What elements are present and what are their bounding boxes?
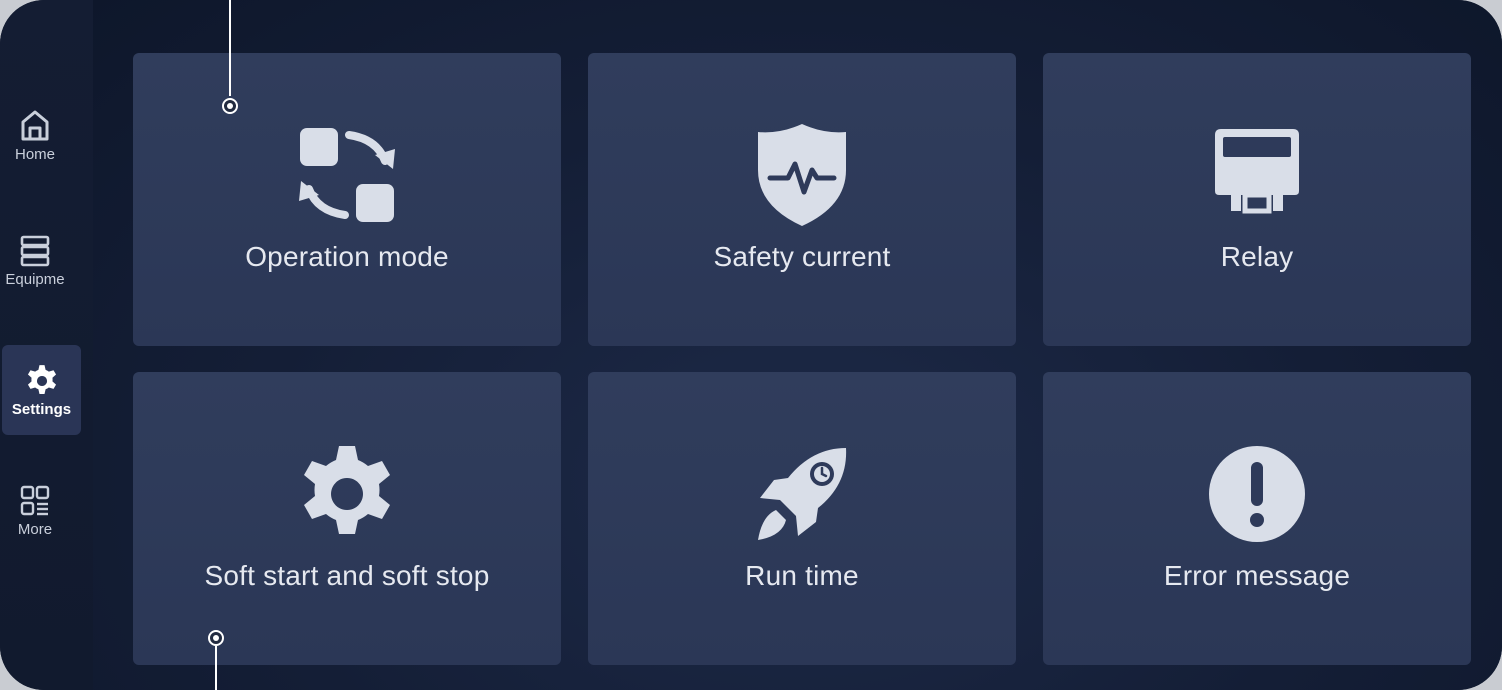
shield-pulse-icon bbox=[752, 124, 852, 226]
sidebar-nav: Home Equipme Settings More bbox=[0, 0, 93, 690]
exclamation-circle-icon bbox=[1207, 444, 1307, 544]
annotation-line-top bbox=[229, 0, 231, 96]
card-label: Run time bbox=[745, 560, 859, 591]
card-label: Safety current bbox=[713, 241, 891, 272]
card-label: Soft start and soft stop bbox=[204, 560, 490, 591]
relay-card[interactable]: Relay bbox=[1043, 53, 1471, 346]
gear-icon bbox=[297, 444, 397, 544]
sidebar-item-home[interactable]: Home bbox=[0, 95, 70, 175]
mode-switch-icon bbox=[297, 125, 397, 225]
sidebar-item-settings[interactable]: Settings bbox=[2, 345, 81, 435]
home-icon bbox=[17, 108, 53, 144]
annotation-pin-top bbox=[222, 98, 238, 114]
sidebar-item-equipment[interactable]: Equipme bbox=[0, 220, 70, 300]
error-message-card[interactable]: Error message bbox=[1043, 372, 1471, 665]
card-label: Relay bbox=[1220, 241, 1294, 272]
sidebar-item-label: More bbox=[17, 520, 53, 538]
sidebar-item-label: Equipme bbox=[5, 270, 65, 288]
run-time-card[interactable]: Run time bbox=[588, 372, 1016, 665]
settings-gear-icon bbox=[24, 363, 60, 399]
annotation-pin-bottom bbox=[208, 630, 224, 646]
card-label: Error message bbox=[1163, 560, 1351, 591]
annotation-line-bottom bbox=[215, 646, 217, 690]
soft-start-soft-stop-card[interactable]: Soft start and soft stop bbox=[133, 372, 561, 665]
grid-more-icon bbox=[17, 483, 53, 519]
rocket-clock-icon bbox=[752, 444, 852, 544]
safety-current-card[interactable]: Safety current bbox=[588, 53, 1016, 346]
settings-grid: Operation mode Safety current Relay Soft… bbox=[93, 0, 1502, 690]
operation-mode-card[interactable]: Operation mode bbox=[133, 53, 561, 346]
equipment-list-icon bbox=[17, 233, 53, 269]
relay-icon bbox=[1207, 125, 1307, 225]
device-screen: Home Equipme Settings More Operation mod… bbox=[0, 0, 1502, 690]
sidebar-item-label: Home bbox=[14, 145, 55, 163]
card-label: Operation mode bbox=[245, 241, 449, 272]
sidebar-item-more[interactable]: More bbox=[0, 470, 70, 550]
sidebar-item-label: Settings bbox=[11, 400, 72, 418]
